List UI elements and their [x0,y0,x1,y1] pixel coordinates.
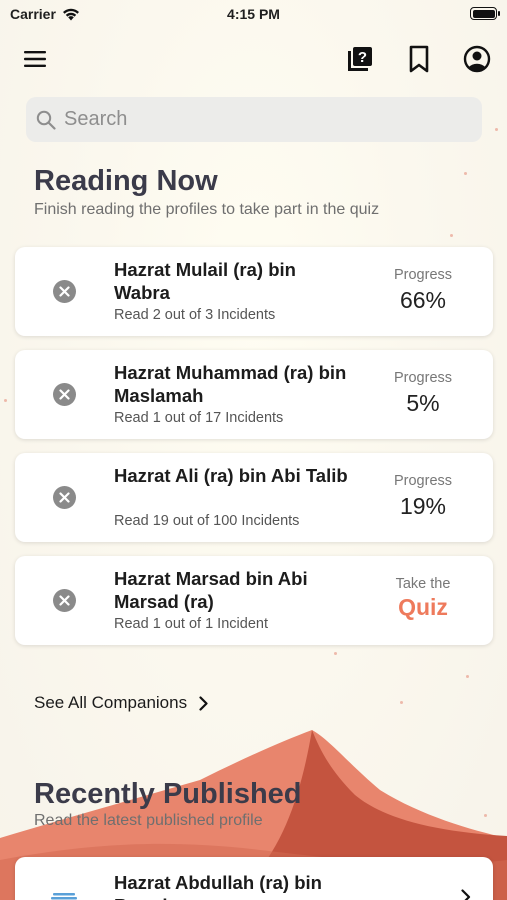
incident-count: Read 2 out of 3 Incidents [114,307,276,323]
see-all-label: See All Companions [34,693,188,712]
quiz-button[interactable]: ? [342,41,378,77]
companion-name: Hazrat Marsad bin Abi Marsad (ra) [114,568,308,612]
chevron-right-icon [199,695,208,711]
close-icon [59,595,70,606]
decor-dot [495,128,498,131]
reading-card[interactable]: Hazrat Mulail (ra) bin Wabra Read 2 out … [15,247,493,336]
incident-count: Read 19 out of 100 Incidents [114,513,300,529]
companion-name: Hazrat Ali (ra) bin Abi Talib [114,465,348,486]
decor-dot [464,172,467,175]
top-nav: ? [0,38,507,82]
progress-value: 66% [399,287,447,313]
hamburger-icon [24,51,46,67]
search-input[interactable] [64,108,444,131]
see-all-companions-link[interactable]: See All Companions [34,693,208,713]
account-circle-icon [463,45,491,73]
recently-published-subtitle: Read the latest published profile [34,812,263,829]
published-card[interactable]: Hazrat Abdullah (ra) bin Rawaha [15,857,493,900]
companion-name: Hazrat Muhammad (ra) bin Maslamah [114,362,347,406]
recently-published-title: Recently Published [34,778,302,810]
decor-dot [334,652,337,655]
incident-count: Read 1 out of 17 Incidents [114,410,284,426]
reading-card[interactable]: Hazrat Ali (ra) bin Abi Talib Read 19 ou… [15,453,493,542]
status-bar: Carrier 4:15 PM [0,0,507,28]
decor-dot [4,399,7,402]
profile-button[interactable] [459,41,495,77]
reading-card[interactable]: Hazrat Muhammad (ra) bin Maslamah Read 1… [15,350,493,439]
progress-label: Progress [393,370,453,386]
remove-button[interactable] [53,589,76,612]
progress-label: Progress [393,267,453,283]
progress-value: 19% [399,493,447,519]
search-icon [36,110,56,130]
remove-button[interactable] [53,486,76,509]
bookmarks-button[interactable] [401,41,437,77]
search-bar[interactable] [26,97,482,142]
decor-dot [450,234,453,237]
close-icon [59,286,70,297]
profile-thumbnail-icon [51,893,77,900]
svg-text:?: ? [358,49,367,66]
reading-card[interactable]: Hazrat Marsad bin Abi Marsad (ra) Read 1… [15,556,493,645]
progress-label: Progress [393,473,453,489]
reading-now-subtitle: Finish reading the profiles to take part… [34,201,380,218]
bookmark-icon [409,45,429,73]
progress-value: 5% [406,390,440,416]
companion-name: Hazrat Mulail (ra) bin Wabra [114,259,296,303]
reading-now-title: Reading Now [34,165,218,197]
chevron-right-icon [461,889,471,900]
incident-count: Read 1 out of 1 Incident [114,616,268,632]
decor-dot [466,675,469,678]
remove-button[interactable] [53,280,76,303]
take-quiz-label: Take the [395,576,451,592]
close-icon [59,492,70,503]
companion-name: Hazrat Abdullah (ra) bin Rawaha [114,872,322,900]
remove-button[interactable] [53,383,76,406]
clock: 4:15 PM [227,6,280,22]
close-icon [59,389,70,400]
battery-icon [470,7,500,20]
menu-button[interactable] [17,41,53,77]
decor-dot [400,701,403,704]
quiz-link[interactable]: Quiz [383,594,463,621]
question-book-icon: ? [348,47,372,71]
